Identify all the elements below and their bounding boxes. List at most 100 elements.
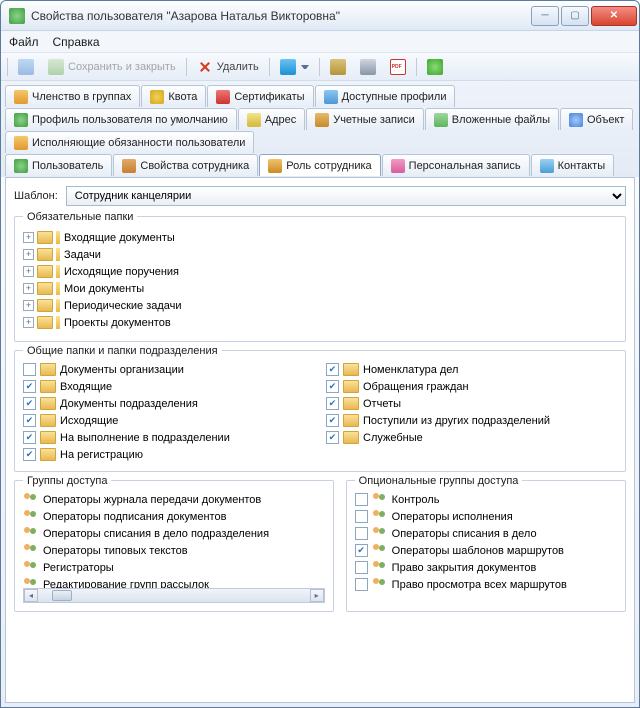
folder-checkbox-item[interactable]: Отчеты bbox=[326, 395, 617, 412]
expand-icon[interactable]: + bbox=[23, 283, 34, 294]
expand-icon[interactable]: + bbox=[23, 232, 34, 243]
tree-node[interactable]: +Задачи bbox=[23, 246, 617, 263]
minimize-button[interactable]: ─ bbox=[531, 6, 559, 26]
expand-icon[interactable]: + bbox=[23, 249, 34, 260]
groups-icon bbox=[14, 90, 28, 104]
save-button[interactable] bbox=[14, 56, 38, 78]
checkbox[interactable] bbox=[355, 578, 368, 591]
folder-icon bbox=[40, 380, 56, 393]
expand-icon[interactable]: + bbox=[23, 317, 34, 328]
checkbox[interactable] bbox=[326, 414, 339, 427]
optional-group-item[interactable]: Операторы шаблонов маршрутов bbox=[355, 542, 617, 559]
tab-quota[interactable]: Квота bbox=[141, 85, 206, 107]
separator bbox=[319, 58, 320, 76]
tab-object[interactable]: Объект bbox=[560, 108, 633, 130]
scroll-right-button[interactable]: ▸ bbox=[310, 589, 324, 602]
refresh-button[interactable] bbox=[423, 56, 447, 78]
close-button[interactable]: ✕ bbox=[591, 6, 637, 26]
attach-button[interactable] bbox=[326, 56, 350, 78]
tab-membership[interactable]: Членство в группах bbox=[5, 85, 140, 107]
expand-icon[interactable]: + bbox=[23, 300, 34, 311]
titlebar[interactable]: Свойства пользователя "Азарова Наталья В… bbox=[1, 1, 639, 31]
item-label: Контроль bbox=[392, 494, 440, 506]
access-group-item[interactable]: Операторы списания в дело подразделения bbox=[23, 525, 325, 542]
tab-attachments[interactable]: Вложенные файлы bbox=[425, 108, 559, 130]
folder-checkbox-item[interactable]: Обращения граждан bbox=[326, 378, 617, 395]
pdf-button[interactable] bbox=[386, 56, 410, 78]
tab-user[interactable]: Пользователь bbox=[5, 154, 112, 176]
checkbox[interactable] bbox=[23, 431, 36, 444]
item-label: Операторы шаблонов маршрутов bbox=[392, 545, 564, 557]
optional-group-item[interactable]: Право просмотра всех маршрутов bbox=[355, 576, 617, 593]
access-group-item[interactable]: Регистраторы bbox=[23, 559, 325, 576]
checkbox[interactable] bbox=[23, 448, 36, 461]
maximize-button[interactable]: ▢ bbox=[561, 6, 589, 26]
folder-checkbox-item[interactable]: Документы подразделения bbox=[23, 395, 314, 412]
tab-employee-role[interactable]: Роль сотрудника bbox=[259, 154, 380, 176]
folder-mark-icon bbox=[56, 248, 60, 261]
tab-accounts[interactable]: Учетные записи bbox=[306, 108, 424, 130]
save-and-close-button[interactable]: Сохранить и закрыть bbox=[44, 56, 180, 78]
contacts-icon bbox=[540, 159, 554, 173]
personal-icon bbox=[391, 159, 405, 173]
tree-node[interactable]: +Входящие документы bbox=[23, 229, 617, 246]
checkbox[interactable] bbox=[326, 397, 339, 410]
template-select[interactable]: Сотрудник канцелярии bbox=[66, 186, 626, 206]
checkbox[interactable] bbox=[326, 380, 339, 393]
checkbox[interactable] bbox=[23, 397, 36, 410]
access-group-item[interactable]: Операторы типовых текстов bbox=[23, 542, 325, 559]
scroll-left-button[interactable]: ◂ bbox=[24, 589, 38, 602]
template-row: Шаблон: Сотрудник канцелярии bbox=[14, 186, 626, 206]
folder-checkbox-item[interactable]: Номенклатура дел bbox=[326, 361, 617, 378]
folder-icon bbox=[40, 431, 56, 444]
folder-checkbox-item[interactable]: На выполнение в подразделении bbox=[23, 429, 314, 446]
tree-node[interactable]: +Исходящие поручения bbox=[23, 263, 617, 280]
tree-label: Проекты документов bbox=[64, 317, 171, 329]
folder-checkbox-item[interactable]: Входящие bbox=[23, 378, 314, 395]
scroll-thumb[interactable] bbox=[52, 590, 72, 601]
paperclip-icon bbox=[330, 59, 346, 75]
access-group-item[interactable]: Операторы журнала передачи документов bbox=[23, 491, 325, 508]
tab-deputies[interactable]: Исполняющие обязанности пользователи bbox=[5, 131, 254, 153]
folder-checkbox-item[interactable]: Служебные bbox=[326, 429, 617, 446]
checkbox[interactable] bbox=[355, 544, 368, 557]
checkbox[interactable] bbox=[355, 527, 368, 540]
actions-dropdown[interactable] bbox=[276, 56, 313, 78]
checkbox[interactable] bbox=[355, 561, 368, 574]
folder-checkbox-item[interactable]: Исходящие bbox=[23, 412, 314, 429]
access-groups-list: Операторы журнала передачи документовОпе… bbox=[23, 491, 325, 603]
tab-profiles[interactable]: Доступные профили bbox=[315, 85, 456, 107]
print-button[interactable] bbox=[356, 56, 380, 78]
folder-icon bbox=[40, 397, 56, 410]
checkbox[interactable] bbox=[326, 363, 339, 376]
horizontal-scrollbar[interactable]: ◂ ▸ bbox=[23, 588, 325, 603]
tree-node[interactable]: +Периодические задачи bbox=[23, 297, 617, 314]
tree-node[interactable]: + Проекты документов bbox=[23, 314, 617, 331]
checkbox[interactable] bbox=[326, 431, 339, 444]
tab-contacts[interactable]: Контакты bbox=[531, 154, 615, 176]
tab-certificates[interactable]: Сертификаты bbox=[207, 85, 313, 107]
save-close-icon bbox=[48, 59, 64, 75]
menu-file[interactable]: Файл bbox=[9, 35, 39, 49]
menu-help[interactable]: Справка bbox=[53, 35, 100, 49]
expand-icon[interactable]: + bbox=[23, 266, 34, 277]
optional-group-item[interactable]: Право закрытия документов bbox=[355, 559, 617, 576]
checkbox[interactable] bbox=[355, 510, 368, 523]
optional-group-item[interactable]: Операторы исполнения bbox=[355, 508, 617, 525]
delete-button[interactable]: Удалить bbox=[193, 56, 263, 78]
folder-checkbox-item[interactable]: Документы организации bbox=[23, 361, 314, 378]
tab-default-profile[interactable]: Профиль пользователя по умолчанию bbox=[5, 108, 237, 130]
checkbox[interactable] bbox=[355, 493, 368, 506]
tab-employee-props[interactable]: Свойства сотрудника bbox=[113, 154, 258, 176]
optional-group-item[interactable]: Контроль bbox=[355, 491, 617, 508]
checkbox[interactable] bbox=[23, 380, 36, 393]
folder-checkbox-item[interactable]: На регистрацию bbox=[23, 446, 314, 463]
tab-personal-record[interactable]: Персональная запись bbox=[382, 154, 530, 176]
checkbox[interactable] bbox=[23, 414, 36, 427]
access-group-item[interactable]: Операторы подписания документов bbox=[23, 508, 325, 525]
optional-group-item[interactable]: Операторы списания в дело bbox=[355, 525, 617, 542]
tree-node[interactable]: +Мои документы bbox=[23, 280, 617, 297]
tab-address[interactable]: Адрес bbox=[238, 108, 306, 130]
folder-checkbox-item[interactable]: Поступили из других подразделений bbox=[326, 412, 617, 429]
checkbox[interactable] bbox=[23, 363, 36, 376]
